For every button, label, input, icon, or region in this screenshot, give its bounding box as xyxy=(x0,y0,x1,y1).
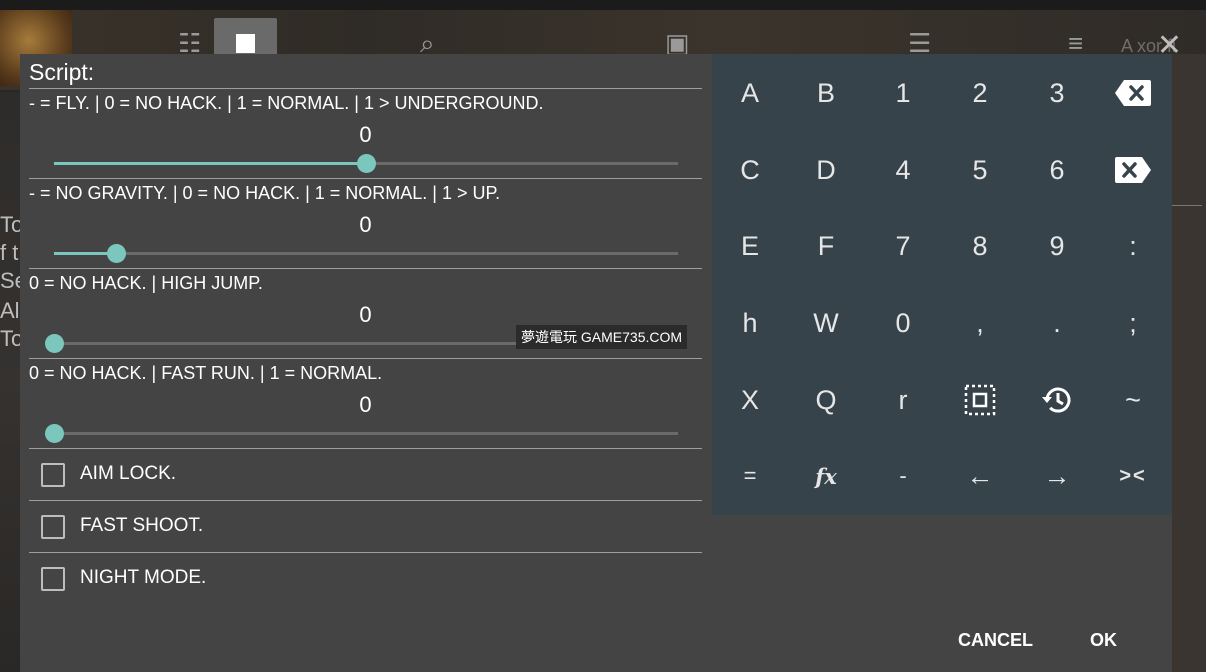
keyboard-key[interactable]: Q xyxy=(788,362,864,438)
keyboard-key[interactable]: ~ xyxy=(1095,362,1171,438)
keyboard-key[interactable]: 7 xyxy=(865,208,941,284)
divider xyxy=(29,358,702,359)
slider-value-fast-run: 0 xyxy=(359,392,372,417)
keyboard-key[interactable]: 6 xyxy=(1019,132,1095,208)
keyboard-key[interactable]: 1 xyxy=(865,55,941,131)
keyboard-key[interactable]: X xyxy=(712,362,788,438)
keyboard-key[interactable]: 9 xyxy=(1019,208,1095,284)
keyboard-key[interactable]: B xyxy=(788,55,864,131)
keyboard-key[interactable]: ← xyxy=(942,438,1018,514)
keyboard-key[interactable]: 5 xyxy=(942,132,1018,208)
key-delete-forward[interactable] xyxy=(1095,132,1171,208)
slider-value-gravity: 0 xyxy=(359,212,372,237)
fast-shoot-checkbox[interactable] xyxy=(41,515,65,539)
keyboard-key[interactable]: F xyxy=(788,208,864,284)
background-right-edge xyxy=(1172,54,1206,672)
slider-thumb[interactable] xyxy=(45,424,64,443)
slider-fly[interactable] xyxy=(54,154,678,173)
divider xyxy=(29,178,702,179)
keyboard-key[interactable]: : xyxy=(1095,208,1171,284)
night-mode-label: NIGHT MODE. xyxy=(80,567,207,588)
keyboard-key[interactable]: 0 xyxy=(865,285,941,361)
keyboard-key[interactable]: D xyxy=(788,132,864,208)
fast-shoot-label: FAST SHOOT. xyxy=(80,515,204,536)
keyboard-key[interactable]: W xyxy=(788,285,864,361)
script-dialog: Script: - = FLY. | 0 = NO HACK. | 1 = NO… xyxy=(20,54,1172,672)
keyboard-key[interactable]: h xyxy=(712,285,788,361)
watermark: 夢遊電玩 GAME735.COM xyxy=(516,325,688,349)
history-icon xyxy=(1040,383,1074,417)
keyboard-key[interactable]: r xyxy=(865,362,941,438)
checkbox-row-aim-lock[interactable]: AIM LOCK. xyxy=(29,449,702,500)
ok-button[interactable]: OK xyxy=(1090,630,1117,651)
keyboard-key[interactable]: >< xyxy=(1095,438,1171,514)
keyboard-key[interactable]: 4 xyxy=(865,132,941,208)
key-backspace[interactable] xyxy=(1095,55,1171,131)
aim-lock-label: AIM LOCK. xyxy=(80,463,177,484)
checkbox-row-fast-shoot[interactable]: FAST SHOOT. xyxy=(29,501,702,552)
divider xyxy=(29,88,702,89)
keyboard-key[interactable]: . xyxy=(1019,285,1095,361)
night-mode-checkbox[interactable] xyxy=(41,567,65,591)
keyboard-key[interactable]: A xyxy=(712,55,788,131)
key-history[interactable] xyxy=(1019,362,1095,438)
key-select-all[interactable] xyxy=(942,362,1018,438)
delete-forward-icon xyxy=(1114,156,1152,184)
keyboard-key[interactable]: 2 xyxy=(942,55,1018,131)
slider-label-gravity: - = NO GRAVITY. | 0 = NO HACK. | 1 = NOR… xyxy=(29,183,501,203)
slider-value-fly: 0 xyxy=(359,122,372,147)
keyboard-key[interactable]: 8 xyxy=(942,208,1018,284)
backspace-icon xyxy=(1114,79,1152,107)
divider xyxy=(29,268,702,269)
background-divider xyxy=(1172,205,1202,206)
slider-gravity[interactable] xyxy=(54,244,678,263)
slider-thumb[interactable] xyxy=(107,244,127,263)
keyboard-key[interactable]: ; xyxy=(1095,285,1171,361)
keyboard-key[interactable]: fx xyxy=(788,438,864,514)
keyboard-key[interactable]: 3 xyxy=(1019,55,1095,131)
slider-thumb[interactable] xyxy=(45,334,64,353)
slider-fast-run[interactable] xyxy=(45,424,678,443)
aim-lock-checkbox[interactable] xyxy=(41,463,65,487)
keyboard-key[interactable]: → xyxy=(1019,438,1095,514)
slider-label-fly: - = FLY. | 0 = NO HACK. | 1 = NORMAL. | … xyxy=(29,93,544,113)
status-bar xyxy=(0,0,1206,10)
slider-thumb[interactable] xyxy=(357,154,376,173)
slider-label-fast-run: 0 = NO HACK. | FAST RUN. | 1 = NORMAL. xyxy=(29,363,383,383)
keyboard-key[interactable]: = xyxy=(712,438,788,514)
keyboard-key[interactable]: C xyxy=(712,132,788,208)
keyboard-key[interactable]: - xyxy=(865,438,941,514)
dialog-title: Script: xyxy=(29,59,95,85)
cancel-button[interactable]: CANCEL xyxy=(958,630,1033,651)
checkbox-row-night-mode[interactable]: NIGHT MODE. xyxy=(29,553,702,604)
keyboard-key[interactable]: E xyxy=(712,208,788,284)
keyboard-key[interactable]: , xyxy=(942,285,1018,361)
custom-keyboard: A B 1 2 3 C D 4 5 6 E F 7 8 9: h W 0,.; X Qr ~ = fx - ← → >< xyxy=(712,54,1172,515)
stop-icon xyxy=(236,34,255,53)
slider-label-high-jump: 0 = NO HACK. | HIGH JUMP. xyxy=(29,273,263,293)
select-all-icon xyxy=(964,384,996,416)
slider-fill xyxy=(54,162,366,165)
background-text: f t xyxy=(0,240,19,265)
